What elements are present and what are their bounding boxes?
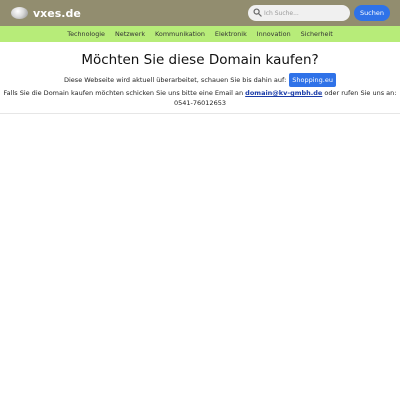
nav-item-kommunikation[interactable]: Kommunikation bbox=[155, 30, 205, 38]
nav-item-netzwerk[interactable]: Netzwerk bbox=[115, 30, 145, 38]
globe-icon bbox=[11, 7, 28, 19]
nav-item-technologie[interactable]: Technologie bbox=[67, 30, 105, 38]
contact-text-prefix: Falls Sie die Domain kaufen möchten schi… bbox=[3, 89, 244, 97]
contact-line: Falls Sie die Domain kaufen möchten schi… bbox=[0, 88, 400, 108]
search-box[interactable] bbox=[247, 5, 350, 21]
shopping-link-button[interactable]: Shopping.eu bbox=[289, 73, 336, 87]
nav-item-innovation[interactable]: Innovation bbox=[257, 30, 291, 38]
header-bar: vxes.de Suchen bbox=[0, 0, 400, 26]
info-text: Diese Webseite wird aktuell überarbeitet… bbox=[64, 76, 287, 84]
info-line: Diese Webseite wird aktuell überarbeitet… bbox=[0, 73, 400, 87]
search-button[interactable]: Suchen bbox=[353, 5, 390, 21]
email-link[interactable]: domain@kv-gmbh.de bbox=[245, 89, 322, 97]
content-divider bbox=[0, 113, 400, 114]
category-nav: Technologie Netzwerk Kommunikation Elekt… bbox=[0, 26, 400, 42]
nav-item-elektronik[interactable]: Elektronik bbox=[215, 30, 247, 38]
nav-item-sicherheit[interactable]: Sicherheit bbox=[301, 30, 333, 38]
search-input[interactable] bbox=[263, 6, 344, 20]
site-logo-text[interactable]: vxes.de bbox=[33, 7, 81, 20]
page-title: Möchten Sie diese Domain kaufen? bbox=[81, 52, 319, 68]
search-icon bbox=[253, 8, 262, 17]
main-content: Möchten Sie diese Domain kaufen? Diese W… bbox=[0, 52, 400, 114]
